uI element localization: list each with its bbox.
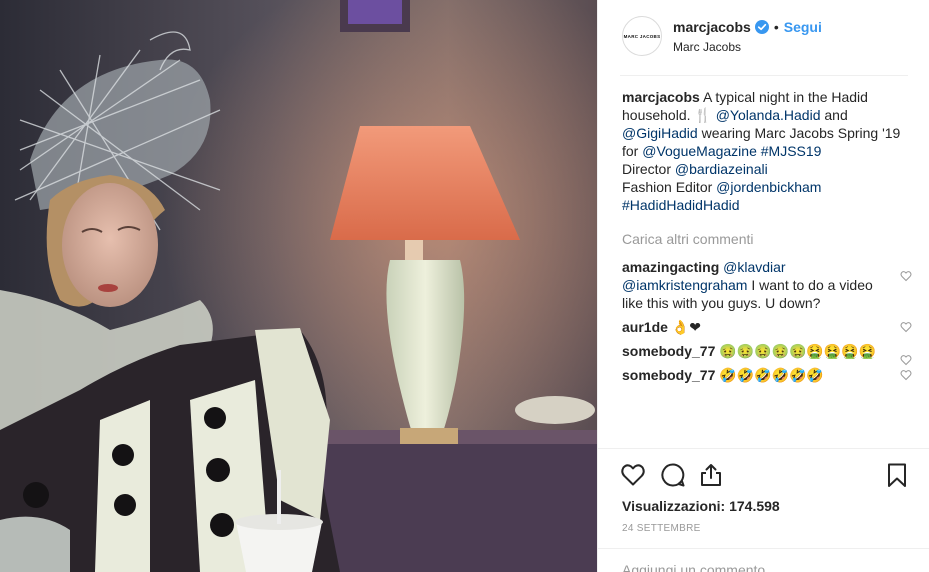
actions-divider	[598, 448, 929, 449]
hashtag-link[interactable]: #MJSS19	[761, 143, 822, 159]
header-username[interactable]: marcjacobs	[673, 19, 751, 35]
load-more-comments-button[interactable]: Carica altri commenti	[622, 230, 912, 248]
comment-item: somebody_77 🤣🤣🤣🤣🤣🤣	[622, 366, 912, 384]
bookmark-icon[interactable]	[884, 462, 910, 488]
post-caption: marcjacobs A typical night in the Hadid …	[622, 88, 912, 214]
mention-link[interactable]: @jordenbickham	[716, 179, 821, 195]
comment-username[interactable]: aur1de	[622, 319, 668, 335]
mention-link[interactable]: @GigiHadid	[622, 125, 698, 141]
caption-text: Fashion Editor	[622, 179, 717, 195]
comment-username[interactable]: somebody_77	[622, 343, 715, 359]
caption-username[interactable]: marcjacobs	[622, 89, 700, 105]
header-user-row: marcjacobs • Segui	[673, 19, 822, 35]
comment-item: amazingacting @klavdiar @iamkristengraha…	[622, 258, 912, 312]
video-frame	[0, 0, 597, 572]
header-divider	[620, 75, 908, 76]
comment-item: aur1de 👌❤	[622, 318, 912, 336]
post-date: 24 SETTEMBRE	[622, 523, 701, 534]
comment-text: 🤢🤢🤢🤢🤢🤮🤮🤮🤮	[719, 343, 877, 359]
like-comment-icon[interactable]	[900, 369, 912, 381]
post-actions	[620, 462, 912, 490]
mention-link[interactable]: @klavdiar	[723, 259, 785, 275]
post-dialog: MARC JACOBS marcjacobs • Segui Marc Jaco…	[0, 0, 929, 572]
mention-link[interactable]: @VogueMagazine	[642, 143, 757, 159]
comment-item: somebody_77 🤢🤢🤢🤢🤢🤮🤮🤮🤮	[622, 342, 912, 366]
add-comment-divider	[598, 548, 929, 549]
mention-link[interactable]: @bardiazeinali	[675, 161, 768, 177]
like-comment-icon[interactable]	[900, 321, 912, 333]
caption-text: and	[820, 107, 848, 123]
like-comment-icon[interactable]	[900, 354, 912, 366]
post-side-panel: MARC JACOBS marcjacobs • Segui Marc Jaco…	[597, 0, 929, 572]
heart-icon[interactable]	[620, 462, 646, 488]
like-comment-icon[interactable]	[900, 270, 912, 282]
add-comment-input[interactable]: Aggiungi un commento...	[622, 562, 777, 572]
comment-text: 👌❤	[671, 319, 701, 335]
follow-button[interactable]: Segui	[784, 19, 822, 35]
views-count[interactable]: Visualizzazioni: 174.598	[622, 498, 780, 514]
share-icon[interactable]	[698, 462, 724, 488]
header-full-name: Marc Jacobs	[673, 40, 742, 54]
mention-link[interactable]: @iamkristengraham	[622, 277, 747, 293]
comment-icon[interactable]	[660, 462, 686, 488]
hashtag-link[interactable]: #HadidHadidHadid	[622, 197, 740, 213]
avatar[interactable]: MARC JACOBS	[622, 16, 662, 56]
comment-text: 🤣🤣🤣🤣🤣🤣	[719, 367, 824, 383]
comment-username[interactable]: somebody_77	[622, 367, 715, 383]
caption-text: Director	[622, 161, 675, 177]
post-header: MARC JACOBS marcjacobs • Segui Marc Jaco…	[598, 0, 929, 76]
avatar-logo-text: MARC JACOBS	[623, 33, 661, 39]
post-video[interactable]	[0, 0, 597, 572]
comment-username[interactable]: amazingacting	[622, 259, 719, 275]
mention-link[interactable]: @Yolanda.Hadid	[716, 107, 821, 123]
verified-badge-icon	[754, 20, 769, 34]
comments-list: marcjacobs A typical night in the Hadid …	[622, 88, 912, 390]
separator-dot: •	[773, 19, 779, 35]
